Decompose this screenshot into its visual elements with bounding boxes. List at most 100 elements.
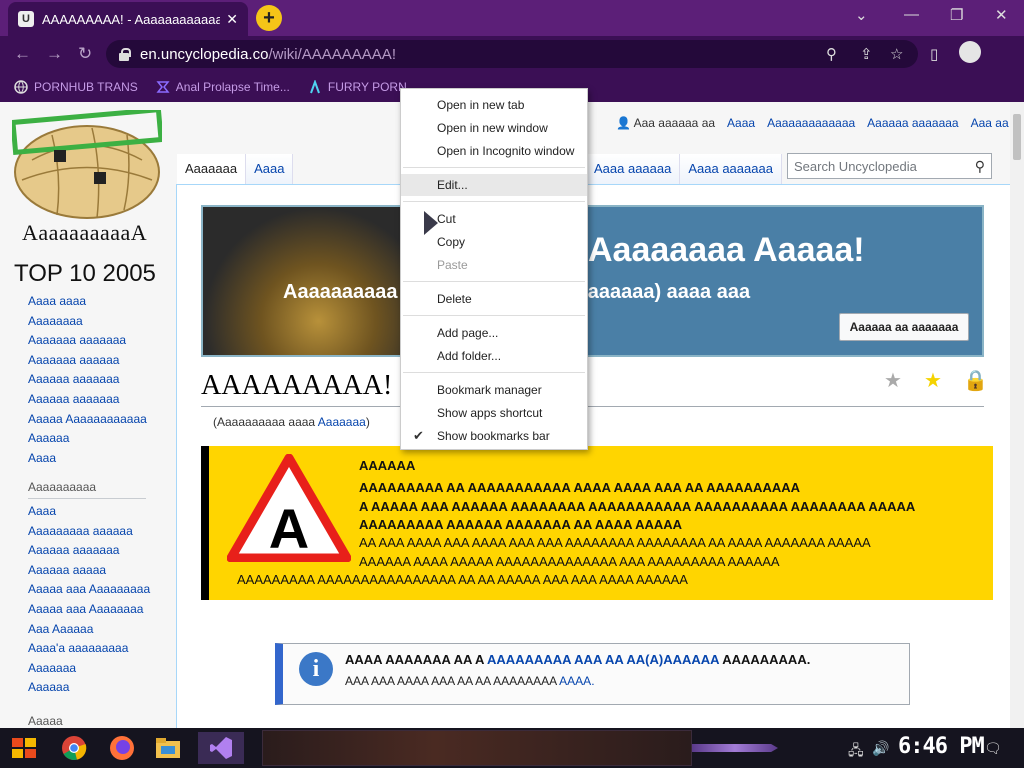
- new-tab-button[interactable]: +: [256, 5, 282, 31]
- user-name[interactable]: 👤 Aaa aaaaaa aa: [616, 116, 715, 130]
- share-icon[interactable]: ⇪: [860, 45, 873, 63]
- sidebar-item[interactable]: Aaaaaaaa: [28, 312, 147, 332]
- sidebar-item[interactable]: Aaaaa aaa Aaaaaaaaa: [28, 580, 150, 600]
- menu-item-open-incognito[interactable]: Open in Incognito window: [401, 140, 587, 162]
- uncyclopedia-logo-icon[interactable]: [12, 110, 162, 220]
- warning-line: AAAAAA AAAA AAAAA AAAAAAAAAAAAAA AAA AAA…: [359, 554, 780, 569]
- tab-history[interactable]: Aaaa aaaaaaa: [680, 154, 782, 184]
- profile-avatar[interactable]: [959, 41, 981, 63]
- file-explorer-icon[interactable]: [150, 732, 186, 764]
- bookmark-item[interactable]: FURRY PORN: [308, 80, 407, 94]
- sidebar-item[interactable]: Aaaa aaaa: [28, 292, 147, 312]
- user-link[interactable]: Aaaa: [727, 116, 755, 130]
- user-link[interactable]: Aaa aa: [971, 116, 1009, 130]
- sidebar-item[interactable]: Aaaaaa: [28, 429, 147, 449]
- lock-icon[interactable]: [118, 48, 131, 61]
- menu-item-show-apps-shortcut[interactable]: Show apps shortcut: [401, 402, 587, 424]
- restore-icon[interactable]: ❐: [950, 6, 963, 24]
- menu-item-bookmark-manager[interactable]: Bookmark manager: [401, 379, 587, 401]
- sidebar-item[interactable]: Aaaaaa aaaaa: [28, 561, 150, 581]
- subtitle-text: (Aaaaaaaaaa aaaa: [213, 415, 318, 429]
- sidebar-item[interactable]: Aaaaaa aaaaaaa: [28, 390, 147, 410]
- info-link[interactable]: AAAA.: [559, 674, 594, 688]
- user-link[interactable]: Aaaaaa aaaaaaa: [867, 116, 958, 130]
- tab-title: AAAAAAAAA! - Aaaaaaaaaaaa: [42, 11, 221, 27]
- network-icon[interactable]: 🖧: [848, 740, 864, 764]
- url-path: /wiki/AAAAAAAAA!: [268, 45, 396, 63]
- bookmark-label: PORNHUB TRANS: [34, 80, 138, 94]
- page-scrollbar[interactable]: [1010, 102, 1024, 728]
- firefox-icon[interactable]: [104, 732, 140, 764]
- warning-line: AA AAA AAAA AAA AAAA AAA AAA AAAAAAAA AA…: [359, 535, 871, 550]
- minimize-icon[interactable]: —: [904, 6, 919, 23]
- menu-item-add-folder[interactable]: Add folder...: [401, 345, 587, 367]
- search-placeholder: Search Uncyclopedia: [794, 159, 917, 174]
- tab-article[interactable]: Aaaaaaa: [177, 154, 247, 184]
- scrollbar-thumb[interactable]: [1013, 114, 1021, 160]
- start-menu-icon[interactable]: [6, 732, 42, 764]
- warning-line: A AAAAA AAA AAAAAA AAAAAAAA AAAAAAAAAAA …: [359, 499, 916, 514]
- top10-heading: TOP 10 2005: [14, 260, 156, 287]
- tab-edit[interactable]: Aaaa aaaaaa: [586, 154, 681, 184]
- warning-heading: AAAAAA: [359, 458, 416, 473]
- featured-banner: Aaaaaaaa Aaaaa! Aaaaaaaaaa (aaa aaaaaaaa…: [201, 205, 984, 357]
- search-input[interactable]: Search Uncyclopedia ⚲: [787, 153, 992, 179]
- warning-line: AAAAAAAAA AAAAAA AAAAAAA AA AAAA AAAAA: [359, 517, 683, 532]
- volume-icon[interactable]: 🔊: [872, 740, 889, 757]
- back-icon[interactable]: ←: [14, 44, 31, 64]
- reload-icon[interactable]: ↻: [78, 44, 92, 64]
- sidebar-item[interactable]: Aaaa: [28, 502, 150, 522]
- tab-talk[interactable]: Aaaa: [246, 154, 294, 184]
- sidebar-item[interactable]: Aaaaaa aaaaaaa: [28, 370, 147, 390]
- user-links: 👤 Aaa aaaaaa aa Aaaa Aaaaaaaaaaaaa Aaaaa…: [616, 116, 1009, 130]
- bookmark-item[interactable]: Anal Prolapse Time...: [156, 80, 290, 94]
- sidebar-item[interactable]: Aaaaa aaa Aaaaaaaa: [28, 600, 150, 620]
- subtitle-text-end: ): [365, 415, 370, 429]
- visual-studio-icon[interactable]: [198, 732, 244, 764]
- sidebar-item[interactable]: Aaaaaa aaaaaaa: [28, 541, 150, 561]
- subtitle-link[interactable]: Aaaaaaa: [318, 415, 366, 429]
- close-window-icon[interactable]: ✕: [995, 6, 1008, 24]
- notifications-icon[interactable]: 🗨: [984, 740, 1002, 757]
- menu-item-delete[interactable]: Delete: [401, 288, 587, 310]
- sidebar-item[interactable]: Aaaaaaa aaaaaaa: [28, 331, 147, 351]
- mouse-cursor-icon: [424, 211, 438, 235]
- chevron-down-icon[interactable]: ⌄: [855, 6, 868, 24]
- sidebar-item[interactable]: Aaaa: [28, 449, 147, 469]
- bookmark-item[interactable]: PORNHUB TRANS: [14, 80, 138, 94]
- browser-tab[interactable]: U AAAAAAAAA! - Aaaaaaaaaaaa ✕: [8, 2, 248, 36]
- warning-line: AAAAAAAAA AAAAAAAAAAAAAAAA AA AA AAAAA A…: [237, 572, 688, 587]
- taskbar-clock[interactable]: 6:46 PM: [898, 734, 985, 759]
- page-tabs-left: Aaaaaaa Aaaa: [177, 154, 294, 184]
- url-host: en.uncyclopedia.co: [140, 45, 269, 63]
- featured-star-icon[interactable]: ★: [924, 368, 942, 393]
- bookmark-icon: [156, 81, 170, 93]
- banner-button[interactable]: Aaaaaa aa aaaaaaa: [839, 313, 969, 341]
- svg-text:A: A: [269, 497, 309, 560]
- sidebar-item[interactable]: Aaaaaaa: [28, 659, 150, 679]
- menu-item-add-page[interactable]: Add page...: [401, 322, 587, 344]
- sidebar-item[interactable]: Aaaa'a aaaaaaaaa: [28, 639, 150, 659]
- sidebar-item[interactable]: Aaaaa Aaaaaaaaaaaa: [28, 410, 147, 430]
- star-icon[interactable]: ★: [884, 368, 902, 393]
- menu-item-show-bookmarks-bar[interactable]: Show bookmarks bar: [401, 425, 587, 447]
- menu-item-edit[interactable]: Edit...: [401, 174, 587, 196]
- side-panel-icon[interactable]: ▯: [930, 45, 938, 63]
- sidebar-item[interactable]: Aaaaaaaaa aaaaaa: [28, 522, 150, 542]
- warning-box: A AAAAAA AAAAAAAAA AA AAAAAAAAAAA AAAA A…: [201, 446, 993, 600]
- sidebar-item[interactable]: Aaaaaa: [28, 678, 150, 698]
- sidebar-item[interactable]: Aaaaaaa aaaaaa: [28, 351, 147, 371]
- info-link[interactable]: AAAAAAAAA AAA AA AA(A)AAAAAA: [487, 652, 719, 667]
- chrome-icon[interactable]: [56, 732, 92, 764]
- padlock-icon[interactable]: 🔒: [963, 368, 988, 393]
- menu-item-open-new-tab[interactable]: Open in new tab: [401, 94, 587, 116]
- sidebar-item[interactable]: Aaa Aaaaaa: [28, 620, 150, 640]
- address-bar[interactable]: en.uncyclopedia.co/wiki/AAAAAAAAA!: [106, 40, 918, 68]
- forward-icon[interactable]: →: [46, 44, 63, 64]
- search-icon[interactable]: ⚲: [826, 45, 837, 63]
- menu-item-open-new-window[interactable]: Open in new window: [401, 117, 587, 139]
- close-tab-icon[interactable]: ✕: [226, 11, 238, 28]
- user-link[interactable]: Aaaaaaaaaaaaa: [767, 116, 855, 130]
- search-icon[interactable]: ⚲: [975, 158, 985, 175]
- star-icon[interactable]: ☆: [890, 45, 903, 63]
